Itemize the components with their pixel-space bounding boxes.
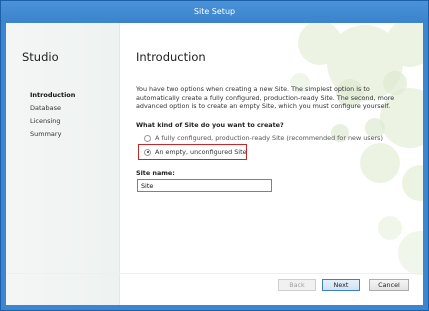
- site-type-question: What kind of Site do you want to create?: [136, 121, 284, 129]
- radio-option-label: A fully configured, production-ready Sit…: [155, 134, 384, 142]
- title-bar[interactable]: Site Setup: [1, 1, 428, 22]
- radio-button[interactable]: [144, 134, 151, 142]
- cancel-button[interactable]: Cancel: [369, 279, 409, 291]
- radio-option-empty-site[interactable]: An empty, unconfigured Site: [144, 147, 247, 157]
- sidebar-item-summary[interactable]: Summary: [30, 130, 61, 138]
- site-setup-window: Site Setup Studio Introduction Database …: [0, 0, 429, 311]
- next-button[interactable]: Next: [322, 279, 360, 291]
- radio-option-fully-configured[interactable]: A fully configured, production-ready Sit…: [144, 133, 383, 143]
- footer-divider: [6, 273, 423, 274]
- sidebar-heading: Studio: [22, 50, 59, 64]
- wizard-sidebar: Studio Introduction Database Licensing S…: [6, 23, 120, 305]
- page-title: Introduction: [136, 50, 206, 64]
- site-name-input[interactable]: [137, 179, 272, 192]
- decorative-background-graphic: [290, 23, 423, 275]
- sidebar-item-licensing[interactable]: Licensing: [30, 117, 61, 125]
- wizard-main-panel: Introduction You have two options when c…: [120, 23, 423, 305]
- radio-button-selected[interactable]: [144, 148, 151, 156]
- intro-text: You have two options when creating a new…: [136, 85, 395, 110]
- radio-option-label: An empty, unconfigured Site: [155, 148, 247, 156]
- back-button[interactable]: Back: [278, 279, 316, 291]
- wizard-client-area: Studio Introduction Database Licensing S…: [6, 23, 423, 305]
- window-title: Site Setup: [193, 7, 236, 16]
- sidebar-item-introduction[interactable]: Introduction: [30, 91, 75, 99]
- site-name-label: Site name:: [136, 169, 175, 177]
- sidebar-item-database[interactable]: Database: [30, 104, 61, 112]
